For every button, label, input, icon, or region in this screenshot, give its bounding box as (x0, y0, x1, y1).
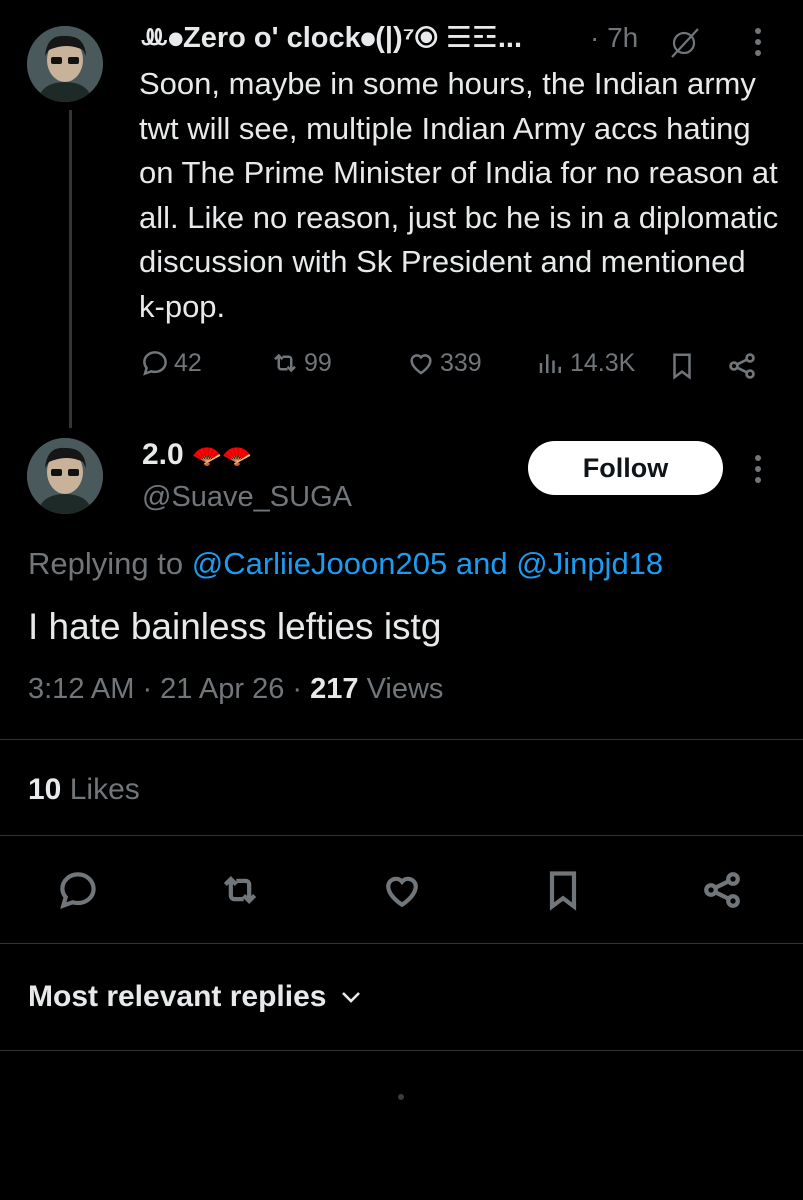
retweet-button[interactable]: 99 (270, 348, 332, 378)
tweet-meta: 3:12 AM · 21 Apr 26 · 217 Views (28, 673, 443, 706)
share-icon (704, 872, 740, 908)
tweet-text: I hate bainless lefties istg (28, 606, 442, 647)
views-label: Views (366, 673, 444, 705)
author-handle[interactable]: @Suave_SUGA (142, 481, 352, 514)
views-icon (539, 354, 561, 373)
like-icon (386, 876, 418, 908)
verified-off-icon (671, 28, 699, 58)
tweet-actions: 42 99 339 14.3K (140, 348, 770, 388)
chevron-down-icon (342, 992, 361, 1003)
views-button[interactable]: 14.3K (536, 348, 635, 378)
reply-button[interactable]: 42 (140, 348, 202, 378)
reply-count: 42 (174, 348, 202, 377)
divider (0, 1050, 803, 1051)
reply-icon (143, 351, 167, 376)
retweet-button[interactable] (218, 868, 262, 917)
follow-button[interactable]: Follow (528, 441, 723, 495)
replying-to: Replying to @CarliieJooon205 and @Jinpjd… (28, 546, 663, 582)
bookmark-icon (549, 871, 577, 911)
author-display-name[interactable]: ꔛ⦁Zero o' clock⦁(|)⁷⦿ ☰☲... (140, 20, 522, 55)
avatar[interactable] (27, 26, 103, 102)
views-count: 14.3K (570, 348, 636, 377)
like-icon (410, 354, 432, 375)
more-icon[interactable] (755, 455, 763, 488)
like-button[interactable]: 339 (406, 348, 482, 378)
reply-user-link[interactable]: @CarliieJooon205 (192, 546, 448, 581)
tweet-time[interactable]: · 7h (590, 22, 638, 54)
retweet-icon (223, 876, 257, 904)
divider (0, 739, 803, 740)
reply-icon (60, 872, 96, 909)
share-button[interactable] (700, 868, 744, 917)
likes-label: Likes (69, 773, 140, 806)
reply-button[interactable] (56, 868, 100, 917)
replies-sort-label: Most relevant replies (28, 980, 327, 1013)
bookmark-icon[interactable] (667, 350, 697, 382)
loading-indicator (398, 1094, 404, 1100)
timestamp[interactable]: 3:12 AM · 21 Apr 26 · (28, 673, 302, 705)
replies-sort-dropdown[interactable]: Most relevant replies (28, 980, 362, 1014)
author-display-name[interactable]: 2.0 🪭🪭 (142, 438, 252, 472)
reply-user-link[interactable]: @Jinpjd18 (516, 546, 663, 581)
retweet-count: 99 (304, 348, 332, 377)
avatar[interactable] (27, 438, 103, 514)
more-icon[interactable] (755, 28, 763, 61)
likes-count: 10 (28, 773, 62, 806)
reply-and: and (455, 546, 508, 581)
divider (0, 835, 803, 836)
share-icon[interactable] (726, 350, 758, 382)
retweet-icon (274, 353, 296, 373)
divider (0, 943, 803, 944)
views-count: 217 (310, 673, 359, 705)
name-emoji: 🪭🪭 (192, 443, 252, 470)
tweet-text: Soon, maybe in some hours, the Indian ar… (139, 66, 779, 324)
like-count: 339 (440, 348, 482, 377)
likes-summary[interactable]: 10 Likes (28, 773, 140, 807)
like-button[interactable] (380, 868, 424, 917)
thread-line (69, 110, 72, 428)
display-name-text: 2.0 (142, 438, 184, 471)
replying-prefix: Replying to (28, 546, 184, 581)
bookmark-button[interactable] (541, 868, 585, 917)
